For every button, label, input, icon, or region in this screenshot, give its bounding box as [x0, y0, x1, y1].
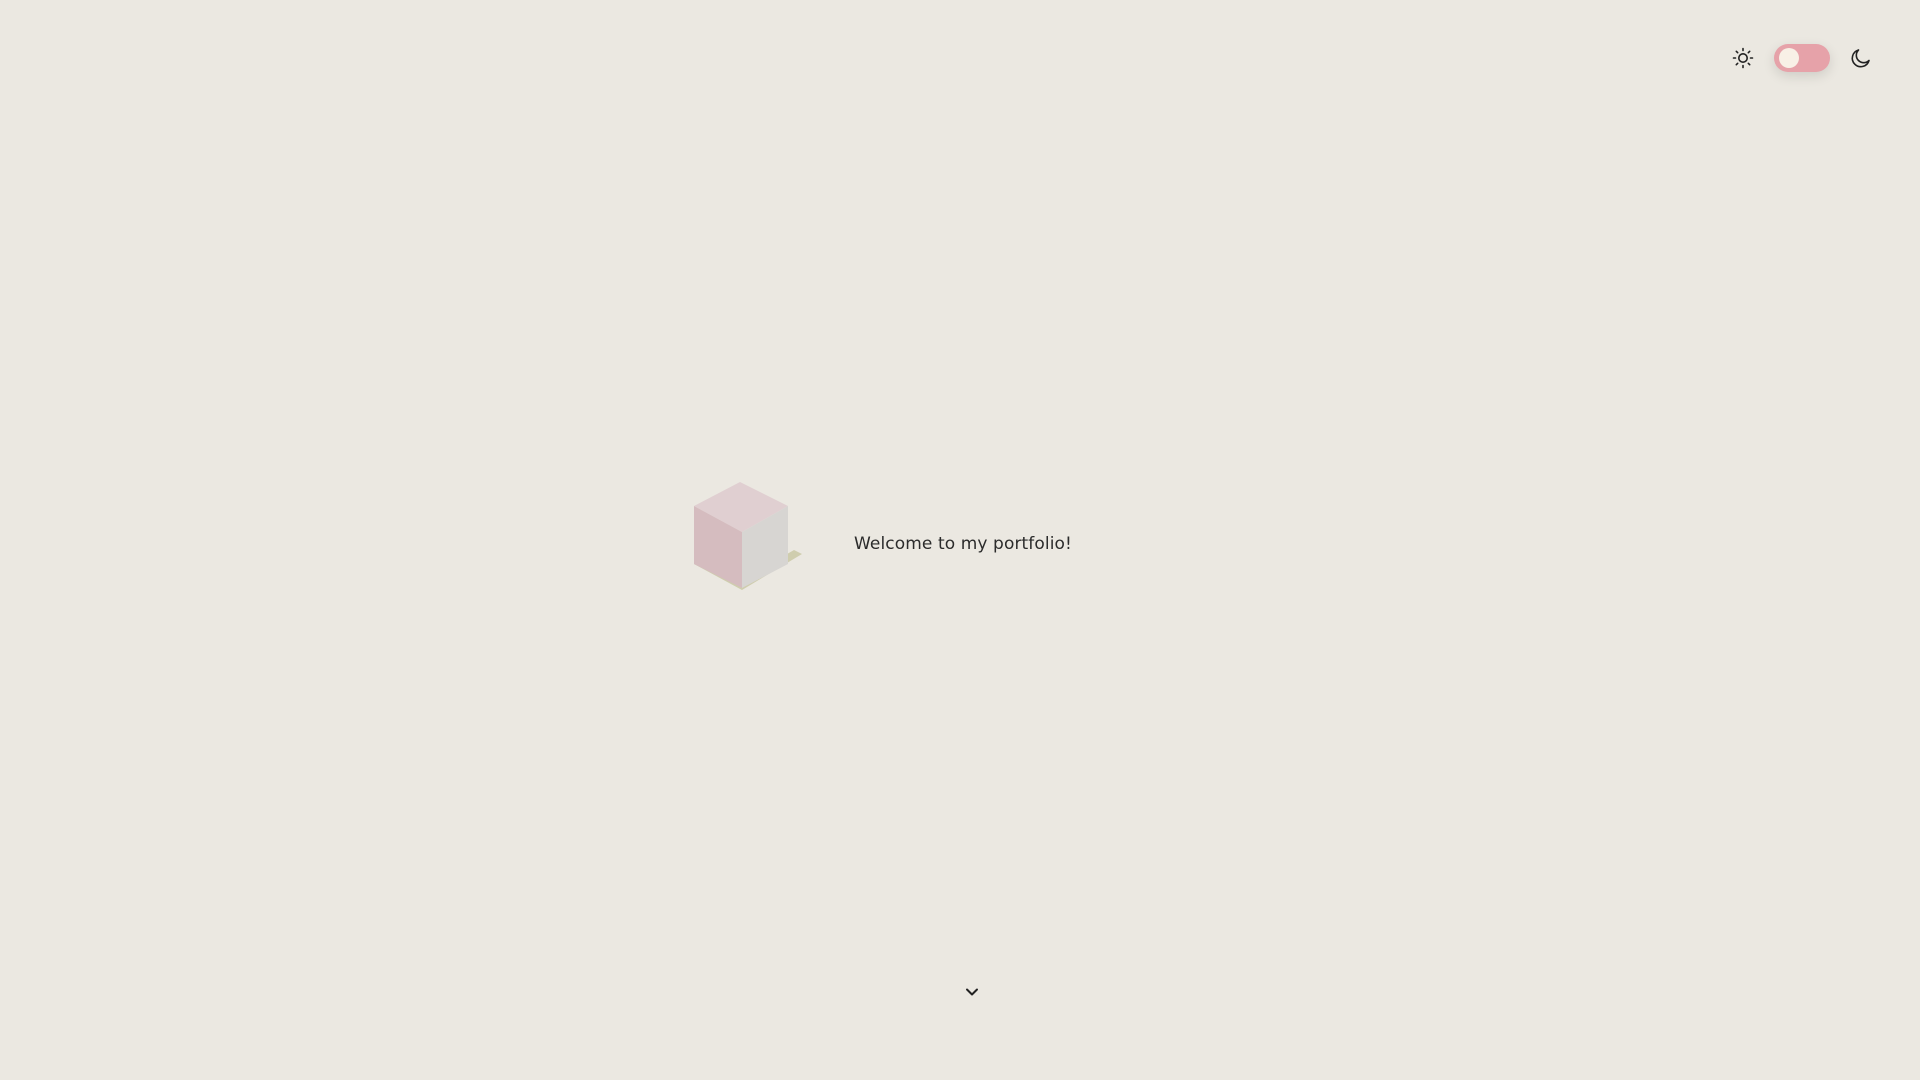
scroll-down-button[interactable]: [961, 980, 983, 1002]
portfolio-landing-page: Welcome to my portfolio!: [0, 0, 1920, 1080]
theme-switch[interactable]: [1774, 44, 1830, 72]
moon-icon[interactable]: [1848, 45, 1874, 71]
welcome-text: Welcome to my portfolio!: [854, 534, 1072, 554]
theme-toggle: [1730, 44, 1874, 72]
sun-icon[interactable]: [1730, 45, 1756, 71]
theme-switch-knob: [1779, 48, 1799, 68]
cube-icon: [694, 482, 802, 590]
chevron-down-icon: [965, 982, 979, 1001]
hero-section: Welcome to my portfolio!: [690, 480, 1072, 602]
